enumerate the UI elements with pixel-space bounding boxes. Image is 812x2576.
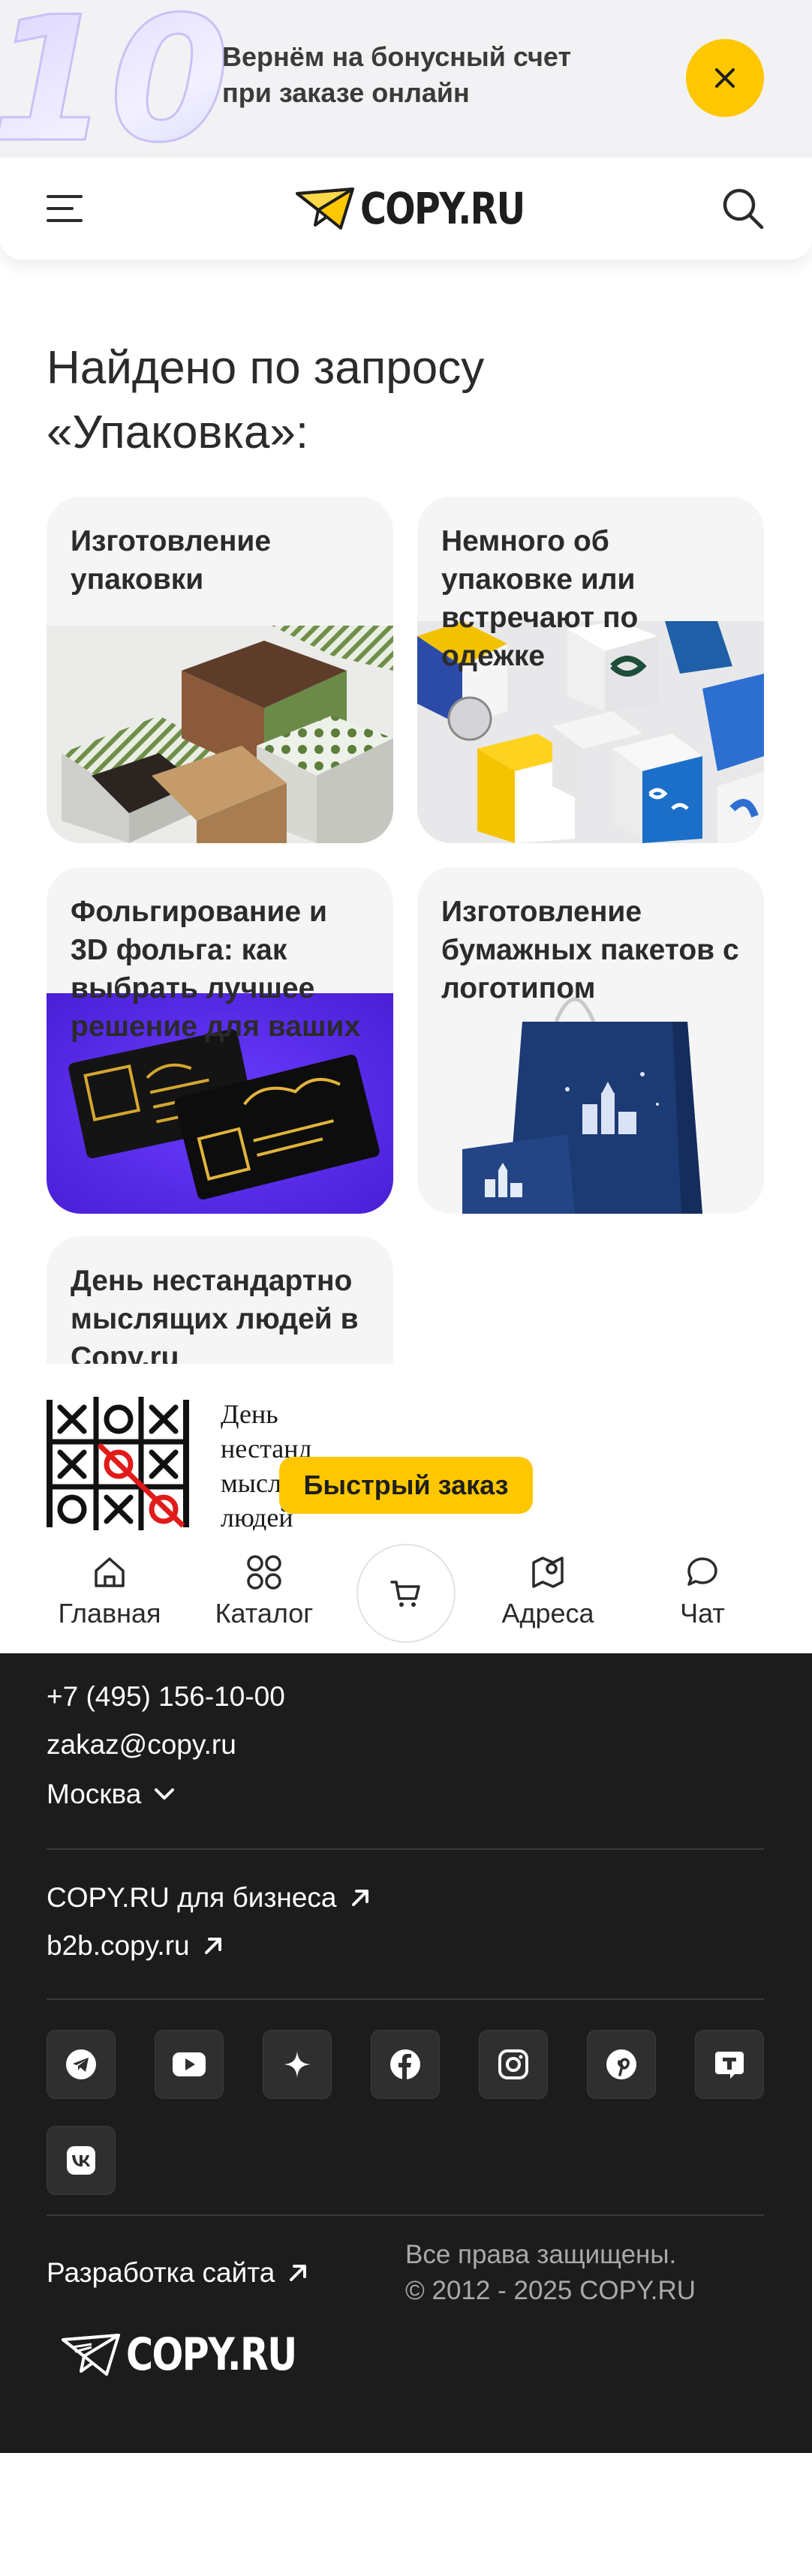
result-card[interactable]: День нестандартно мыслящих людей в Copy.… bbox=[47, 1236, 393, 1364]
map-icon bbox=[532, 1557, 564, 1588]
paper-bag-image bbox=[417, 992, 764, 1214]
footer-logo-text: COPY.RU bbox=[126, 2328, 297, 2381]
business-link-label: COPY.RU для бизнеса bbox=[47, 1882, 337, 1913]
copyright: Все права защищены. © 2012 - 2025 COPY.R… bbox=[405, 2237, 696, 2309]
heading-line-1: Найдено по запросу bbox=[47, 342, 485, 394]
pinterest-link[interactable] bbox=[587, 2030, 656, 2099]
dzen-link[interactable] bbox=[263, 2030, 332, 2099]
nav-addresses[interactable]: Адреса bbox=[480, 1551, 615, 1629]
promo-text: Вернём на бонусный счет при заказе онлай… bbox=[222, 39, 571, 111]
promo-line-1: Вернём на бонусный счет bbox=[222, 41, 572, 72]
nav-addresses-label: Адреса bbox=[501, 1598, 594, 1629]
svg-text:10%: 10% bbox=[0, 0, 233, 158]
result-card[interactable]: Фольгирование и 3D фольга: как выбрать л… bbox=[47, 867, 393, 1214]
menu-button[interactable] bbox=[47, 186, 92, 231]
footer-phone: +7 (495) 156-10-00 bbox=[47, 1681, 285, 1712]
promo-banner[interactable]: 10% Вернём на бонусный счет при заказе о… bbox=[0, 0, 812, 158]
hamburger-icon-line bbox=[47, 207, 74, 210]
footer-email: zakaz@copy.ru bbox=[47, 1729, 236, 1760]
nav-catalog-label: Каталог bbox=[215, 1598, 314, 1629]
external-arrow-icon bbox=[290, 2265, 307, 2281]
hamburger-icon-line bbox=[47, 219, 83, 222]
home-icon bbox=[95, 1557, 125, 1587]
chevron-down-icon bbox=[155, 1788, 175, 1800]
instagram-link[interactable] bbox=[479, 2030, 548, 2099]
pinterest-icon bbox=[606, 2049, 636, 2079]
instagram-icon bbox=[498, 2049, 528, 2079]
heading-line-2: «Упаковка»: bbox=[47, 407, 309, 458]
b2b-link-label: b2b.copy.ru bbox=[47, 1930, 190, 1961]
youtube-icon bbox=[173, 2052, 206, 2076]
paper-plane-logo-icon bbox=[296, 188, 354, 230]
promo-line-2: при заказе онлайн bbox=[222, 77, 470, 108]
paper-plane-logo-icon bbox=[62, 2334, 120, 2376]
logo-text: COPY.RU bbox=[360, 183, 525, 234]
vk-icon bbox=[67, 2146, 95, 2175]
nav-chat[interactable]: Чат bbox=[635, 1551, 770, 1629]
search-results-heading: Найдено по запросу «Упаковка»: bbox=[47, 336, 722, 465]
site-dev-label: Разработка сайта bbox=[47, 2257, 275, 2288]
result-card-title: Немного об упаковке или встречают по оде… bbox=[441, 525, 639, 672]
city-selector[interactable]: Москва bbox=[47, 1776, 176, 1812]
rights-line-2: © 2012 - 2025 COPY.RU bbox=[405, 2276, 696, 2305]
nav-chat-label: Чат bbox=[680, 1598, 725, 1629]
hamburger-icon-line bbox=[47, 195, 83, 198]
tenchat-icon bbox=[715, 2052, 744, 2079]
tenchat-link[interactable] bbox=[695, 2030, 764, 2099]
dzen-icon bbox=[284, 2051, 311, 2078]
cart-icon bbox=[390, 1581, 420, 1607]
footer-email-link[interactable]: zakaz@copy.ru bbox=[47, 1727, 236, 1763]
result-card-title: Изготовление бумажных пакетов с логотипо… bbox=[441, 896, 739, 1004]
footer-divider bbox=[47, 2214, 764, 2216]
footer-divider bbox=[47, 1848, 764, 1850]
nav-home-label: Главная bbox=[58, 1598, 161, 1629]
external-arrow-icon bbox=[204, 1938, 221, 1954]
telegram-icon bbox=[66, 2049, 96, 2079]
result-card-title: Изготовление упаковки bbox=[71, 525, 272, 596]
search-button[interactable] bbox=[720, 186, 765, 231]
facebook-icon bbox=[390, 2049, 420, 2079]
result-card[interactable]: Изготовление упаковки bbox=[47, 497, 393, 843]
business-link[interactable]: COPY.RU для бизнеса bbox=[47, 1880, 371, 1916]
packaging-boxes-image bbox=[47, 626, 393, 843]
vk-link[interactable] bbox=[47, 2126, 116, 2195]
close-icon bbox=[715, 68, 735, 88]
percent-art: 10% bbox=[0, 0, 233, 158]
site-logo[interactable]: COPY.RU bbox=[296, 180, 561, 237]
cart-button[interactable] bbox=[356, 1544, 456, 1643]
nav-home[interactable]: Главная bbox=[42, 1551, 177, 1629]
tic-tac-toe-illustration bbox=[47, 1397, 189, 1530]
telegram-link[interactable] bbox=[47, 2030, 116, 2099]
result-card[interactable]: Изготовление бумажных пакетов с логотипо… bbox=[417, 867, 764, 1214]
promo-close-button[interactable] bbox=[686, 39, 764, 117]
footer-divider bbox=[47, 1998, 764, 2000]
result-card-title: День нестандартно мыслящих людей в Copy.… bbox=[71, 1265, 359, 1364]
site-dev-link[interactable]: Разработка сайта bbox=[47, 2255, 309, 2291]
search-icon bbox=[723, 188, 764, 230]
bottom-navigation: Главная Каталог Адреса Чат bbox=[0, 1530, 812, 1653]
site-footer: +7 (495) 156-10-00 zakaz@copy.ru Москва … bbox=[0, 1653, 812, 2453]
external-arrow-icon bbox=[351, 1890, 368, 1906]
nav-catalog[interactable]: Каталог bbox=[197, 1551, 332, 1629]
footer-phone-link[interactable]: +7 (495) 156-10-00 bbox=[47, 1679, 285, 1715]
b2b-link[interactable]: b2b.copy.ru bbox=[47, 1928, 224, 1964]
facebook-link[interactable] bbox=[371, 2030, 440, 2099]
result-card[interactable]: Немного об упаковке или встречают по оде… bbox=[417, 497, 764, 843]
footer-logo[interactable]: COPY.RU bbox=[62, 2328, 333, 2381]
rights-line-1: Все права защищены. bbox=[405, 2240, 677, 2269]
quick-order-button[interactable]: Быстрый заказ bbox=[279, 1457, 533, 1514]
city-name: Москва bbox=[47, 1779, 142, 1809]
result-card-title: Фольгирование и 3D фольга: как выбрать л… bbox=[71, 896, 361, 1043]
chat-icon bbox=[687, 1557, 717, 1586]
youtube-link[interactable] bbox=[155, 2030, 224, 2099]
site-header: COPY.RU bbox=[0, 158, 812, 260]
catalog-icon bbox=[247, 1555, 281, 1590]
